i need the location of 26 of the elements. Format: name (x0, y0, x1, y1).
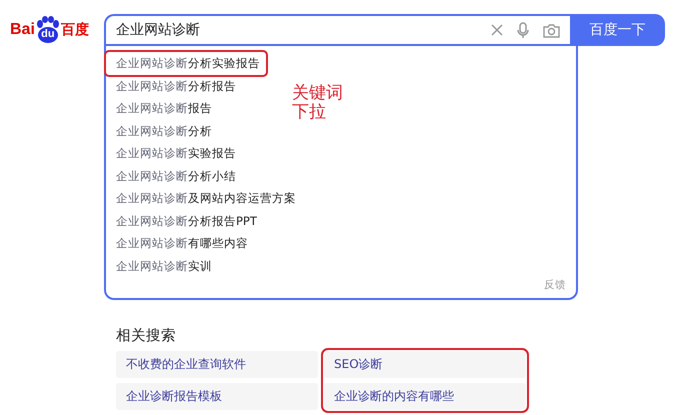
camera-icon[interactable] (543, 22, 560, 38)
annotation-text: 下拉 (292, 102, 327, 122)
search-button[interactable]: 百度一下 (570, 14, 665, 46)
paw-logo: du (34, 16, 61, 44)
logo-text: Bai (10, 21, 35, 39)
suggestion-item[interactable]: 企业网站诊断实验报告 (106, 142, 242, 164)
suggestion-item[interactable]: 企业网站诊断分析报告 (106, 74, 242, 97)
logo-text: 百度 (60, 21, 89, 39)
microphone-icon[interactable] (517, 22, 529, 38)
suggestion-item[interactable]: 企业网站诊断分析报告PPT (106, 210, 263, 232)
suggestion-item[interactable]: 企业网站诊断报告 (106, 97, 218, 120)
annotation-text: 关键词 (292, 84, 343, 103)
suggestion-item[interactable]: 企业网站诊断有哪些内容 (106, 232, 254, 254)
search-field[interactable]: 企业网站诊断 (116, 22, 477, 38)
related-search-link[interactable]: 企业诊断报告模板 (116, 383, 318, 410)
suggestion-item[interactable]: 企业网站诊断分析小结 (106, 164, 242, 187)
suggestion-item[interactable]: 企业网站诊断实训 (106, 254, 218, 277)
related-search-link[interactable]: 企业诊断的内容有哪些 (324, 383, 526, 410)
section-title: 相关搜索 (116, 327, 177, 345)
suggestion-item[interactable]: 企业网站诊断分析实验报告 (106, 52, 266, 74)
related-search-link[interactable]: 不收费的企业查询软件 (116, 351, 318, 378)
search-bar[interactable]: 企业网站诊断 (104, 14, 570, 46)
suggestion-item[interactable]: 企业网站诊断及网站内容运营方案 (106, 187, 302, 210)
suggestion-item[interactable]: 企业网站诊断分析 (106, 120, 218, 142)
related-search-link[interactable]: SEO诊断 (324, 351, 526, 378)
close-icon[interactable] (491, 24, 503, 36)
